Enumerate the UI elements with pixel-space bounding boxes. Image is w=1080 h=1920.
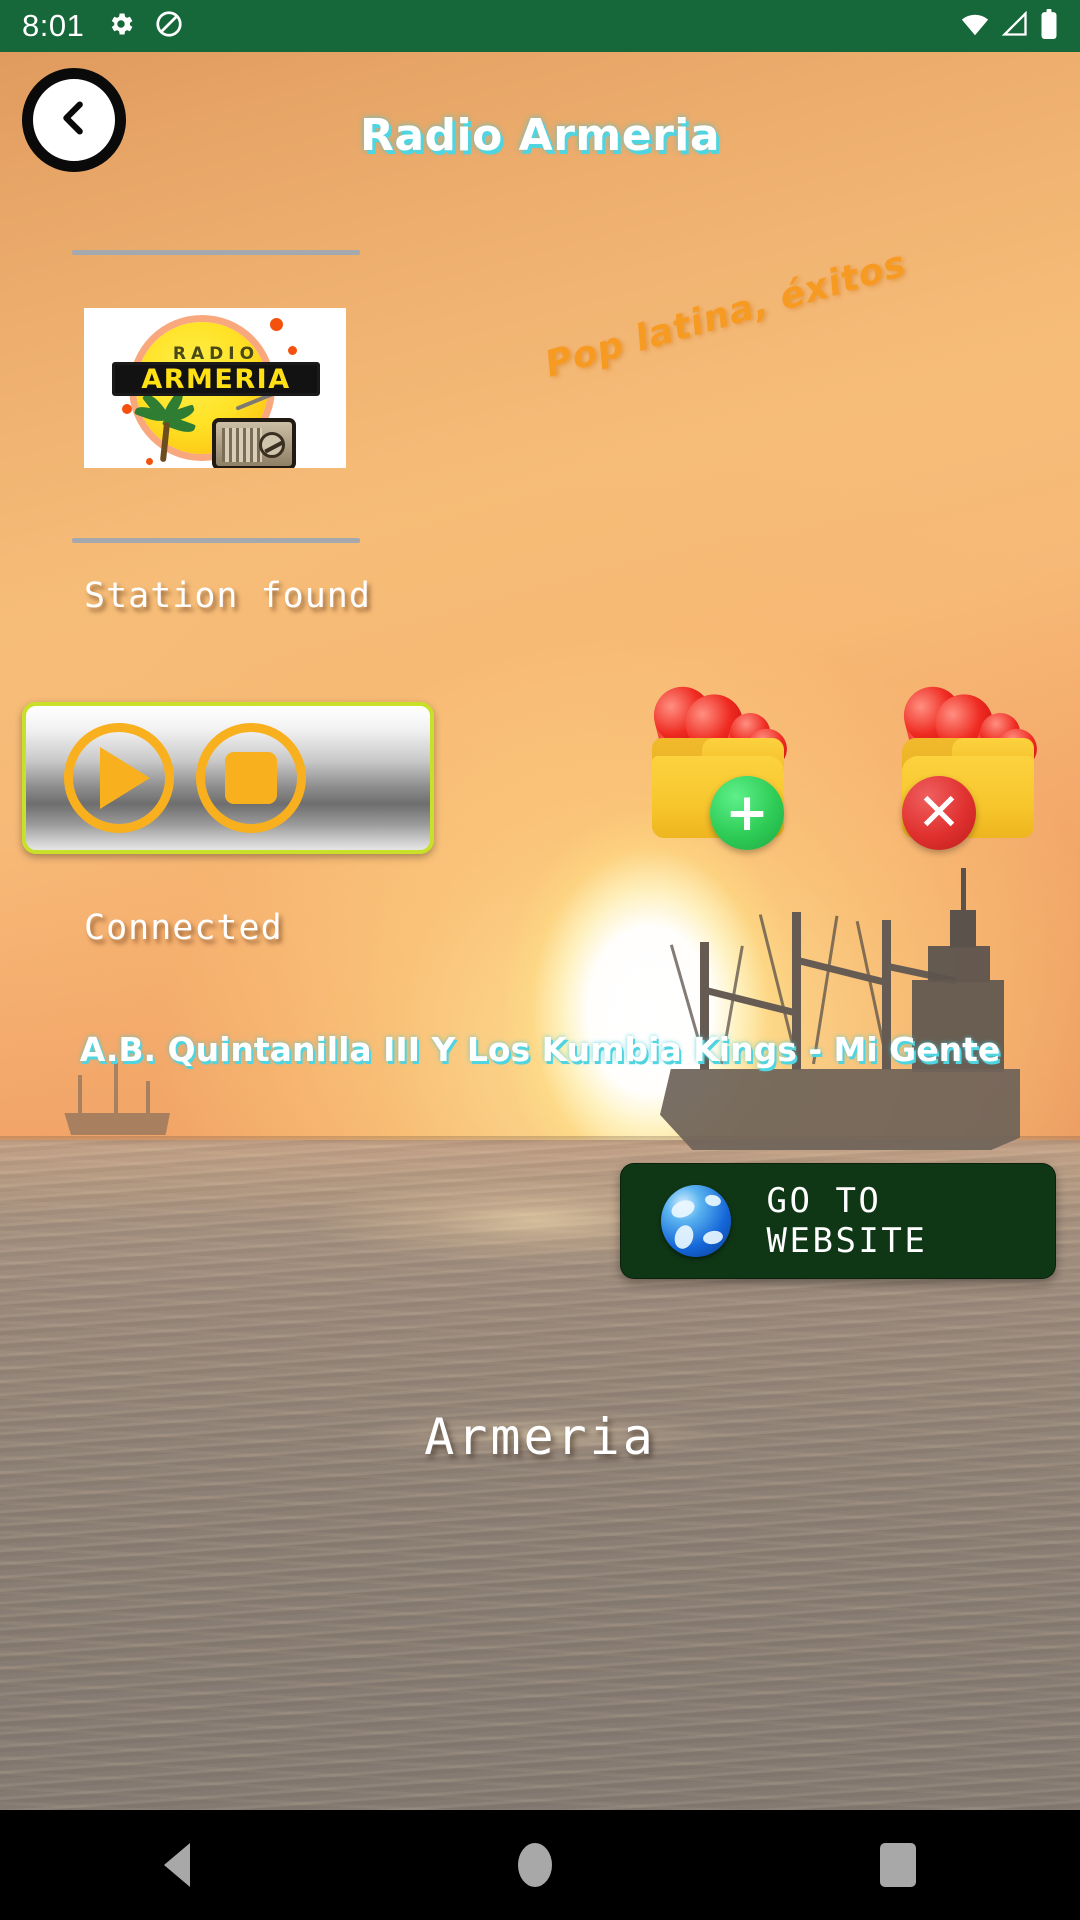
go-to-website-label: GO TO WEBSITE [766, 1181, 928, 1261]
now-playing-track: A.B. Quintanilla III Y Los Kumbia Kings … [79, 1030, 1001, 1069]
station-name-label: Armeria [424, 1408, 656, 1466]
play-icon [100, 747, 150, 809]
cargo-ship-silhouette [660, 868, 1020, 1150]
wifi-icon [960, 11, 990, 42]
nav-home-icon[interactable] [518, 1843, 552, 1887]
status-bar: 8:01 [0, 0, 1080, 52]
logo-radio-word: RADIO [172, 344, 260, 364]
close-badge-icon: ✕ [902, 776, 976, 850]
status-bar-clock: 8:01 [22, 8, 85, 43]
cellular-signal-icon [1001, 10, 1029, 42]
player-controls-panel [22, 702, 434, 854]
do-not-disturb-icon [154, 9, 184, 44]
page-title: Radio Armeria [359, 110, 721, 161]
stop-icon [225, 752, 277, 804]
play-button[interactable] [64, 723, 174, 833]
stop-button[interactable] [196, 723, 306, 833]
logo-armeria-word: ARMERIA [112, 362, 320, 396]
plus-badge-icon: + [710, 776, 784, 850]
gear-icon [106, 9, 136, 44]
app-screen: 8:01 Radio Armeria RADIO ARMERIA Pop lat… [0, 0, 1080, 1920]
remove-from-favorites-button[interactable]: ✕ [890, 680, 1050, 855]
station-found-status: Station found [84, 576, 371, 616]
logo-palm-tree [134, 390, 200, 463]
nav-recents-icon[interactable] [880, 1843, 916, 1887]
nav-back-icon[interactable] [164, 1843, 190, 1887]
go-to-website-button[interactable]: GO TO WEBSITE [620, 1163, 1056, 1279]
divider-bottom [72, 538, 360, 543]
battery-icon [1040, 8, 1058, 44]
globe-icon [661, 1185, 731, 1257]
android-navigation-bar [0, 1810, 1080, 1920]
connection-status: Connected [84, 908, 283, 948]
add-to-favorites-button[interactable]: + [640, 680, 800, 855]
station-logo: RADIO ARMERIA [84, 308, 346, 468]
logo-vintage-radio [212, 418, 296, 468]
divider-top [72, 250, 360, 255]
